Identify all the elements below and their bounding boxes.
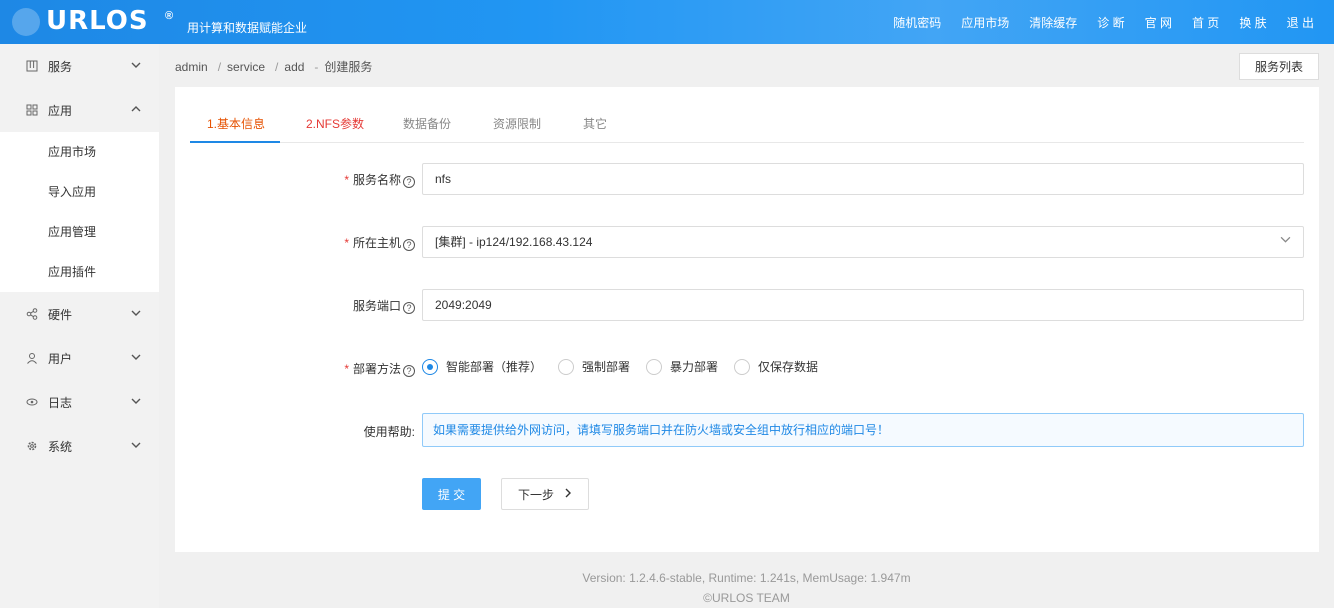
help-question-icon[interactable]: ? xyxy=(403,365,415,377)
host-label: * 所在主机? xyxy=(295,234,415,251)
breadcrumb-service[interactable]: service xyxy=(227,60,265,74)
nav-clear-cache[interactable]: 清除缓存 xyxy=(1029,14,1077,31)
tab-basic-info[interactable]: 1.基本信息 xyxy=(207,115,265,132)
port-label: 服务端口? xyxy=(295,297,415,314)
footer: Version: 1.2.4.6-stable, Runtime: 1.241s… xyxy=(159,568,1334,608)
apps-submenu: 应用市场 导入应用 应用管理 应用插件 xyxy=(0,132,159,292)
nav-app-market[interactable]: 应用市场 xyxy=(961,14,1009,31)
sidebar-item-service[interactable]: 服务 xyxy=(0,44,159,88)
radio-smart-deploy[interactable]: 智能部署（推荐） xyxy=(422,358,542,375)
sidebar-item-label: 服务 xyxy=(48,59,73,74)
service-list-button[interactable]: 服务列表 xyxy=(1239,53,1319,80)
logo[interactable]: URLOS xyxy=(46,6,149,36)
share-icon xyxy=(26,308,38,320)
radio-force-deploy[interactable]: 强制部署 xyxy=(558,358,630,375)
footer-copyright: ©URLOS TEAM xyxy=(703,591,790,605)
service-name-input[interactable]: nfs xyxy=(422,163,1304,195)
radio-brute-deploy[interactable]: 暴力部署 xyxy=(646,358,718,375)
help-question-icon[interactable]: ? xyxy=(403,239,415,251)
tab-nfs-params[interactable]: 2.NFS参数 xyxy=(306,115,364,132)
sidebar: 服务 应用 应用市场 导入应用 应用管理 应用插件 硬件 用户 日志 系统 xyxy=(0,44,159,608)
sidebar-item-label: 应用 xyxy=(48,103,73,118)
nav-home[interactable]: 首 页 xyxy=(1192,14,1219,31)
submenu-app-plugins[interactable]: 应用插件 xyxy=(0,252,159,292)
sidebar-item-users[interactable]: 用户 xyxy=(0,336,159,380)
logo-globe-icon xyxy=(12,8,40,36)
help-question-icon[interactable]: ? xyxy=(403,176,415,188)
tab-resource-limit[interactable]: 资源限制 xyxy=(493,115,541,132)
logo-registered-mark: ® xyxy=(165,10,174,22)
form-tabs: 1.基本信息 2.NFS参数 数据备份 资源限制 其它 xyxy=(190,87,1304,143)
chevron-up-icon xyxy=(131,104,141,117)
nav-skin[interactable]: 换 肤 xyxy=(1239,14,1266,31)
port-input[interactable]: 2049:2049 xyxy=(422,289,1304,321)
slogan: 用计算和数据赋能企业 xyxy=(187,21,308,35)
breadcrumb: admin / service / add - 创建服务 xyxy=(175,60,373,74)
tab-other[interactable]: 其它 xyxy=(583,115,607,132)
sidebar-item-hardware[interactable]: 硬件 xyxy=(0,292,159,336)
nav-diagnose[interactable]: 诊 断 xyxy=(1097,14,1124,31)
submenu-app-manage[interactable]: 应用管理 xyxy=(0,212,159,252)
nav-random-password[interactable]: 随机密码 xyxy=(893,14,941,31)
gear-icon xyxy=(26,440,38,452)
help-text-box: 如果需要提供给外网访问，请填写服务端口并在防火墙或安全组中放行相应的端口号！ xyxy=(422,413,1304,447)
chevron-down-icon xyxy=(131,352,141,365)
deploy-label: * 部署方法? xyxy=(295,360,415,377)
submenu-app-market[interactable]: 应用市场 xyxy=(0,132,159,172)
chevron-down-icon xyxy=(131,396,141,409)
chevron-down-icon xyxy=(131,60,141,73)
eye-icon xyxy=(26,396,38,408)
service-name-label: * 服务名称? xyxy=(295,171,415,188)
host-select[interactable]: [集群] - ip124/192.168.43.124 xyxy=(422,226,1304,258)
chevron-down-icon xyxy=(1280,227,1291,257)
deploy-radio-group: 智能部署（推荐） 强制部署 暴力部署 仅保存数据 xyxy=(422,358,834,375)
sidebar-item-label: 日志 xyxy=(48,395,73,410)
footer-version: Version: 1.2.4.6-stable, Runtime: 1.241s… xyxy=(582,571,911,585)
sidebar-item-logs[interactable]: 日志 xyxy=(0,380,159,424)
top-header: URLOS ® 用计算和数据赋能企业 随机密码 应用市场 清除缓存 诊 断 官 … xyxy=(0,0,1334,44)
help-label: 使用帮助: xyxy=(363,425,415,439)
breadcrumb-add[interactable]: add xyxy=(284,60,304,74)
chevron-right-icon xyxy=(564,487,572,501)
breadcrumb-admin[interactable]: admin xyxy=(175,60,208,74)
next-step-button[interactable]: 下一步 xyxy=(501,478,589,510)
nav-logout[interactable]: 退 出 xyxy=(1287,14,1314,31)
host-select-value: [集群] - ip124/192.168.43.124 xyxy=(435,235,593,249)
chevron-down-icon xyxy=(131,308,141,321)
sidebar-item-label: 系统 xyxy=(48,439,73,454)
top-nav: 随机密码 应用市场 清除缓存 诊 断 官 网 首 页 换 肤 退 出 xyxy=(883,0,1324,44)
active-tab-indicator xyxy=(190,141,280,143)
submit-button[interactable]: 提 交 xyxy=(422,478,481,510)
chevron-down-icon xyxy=(131,440,141,453)
sidebar-item-system[interactable]: 系统 xyxy=(0,424,159,468)
sidebar-item-label: 用户 xyxy=(48,351,73,366)
apps-icon xyxy=(26,104,38,116)
form-panel: 1.基本信息 2.NFS参数 数据备份 资源限制 其它 * 服务名称? nfs *… xyxy=(175,87,1319,552)
nav-official-site[interactable]: 官 网 xyxy=(1145,14,1172,31)
radio-save-only[interactable]: 仅保存数据 xyxy=(734,358,818,375)
grid-icon xyxy=(26,60,38,72)
user-icon xyxy=(26,352,38,364)
breadcrumb-current: 创建服务 xyxy=(324,60,373,74)
help-question-icon[interactable]: ? xyxy=(403,302,415,314)
sidebar-item-apps[interactable]: 应用 xyxy=(0,88,159,132)
submenu-import-app[interactable]: 导入应用 xyxy=(0,172,159,212)
sidebar-item-label: 硬件 xyxy=(48,307,73,322)
tab-data-backup[interactable]: 数据备份 xyxy=(403,115,451,132)
